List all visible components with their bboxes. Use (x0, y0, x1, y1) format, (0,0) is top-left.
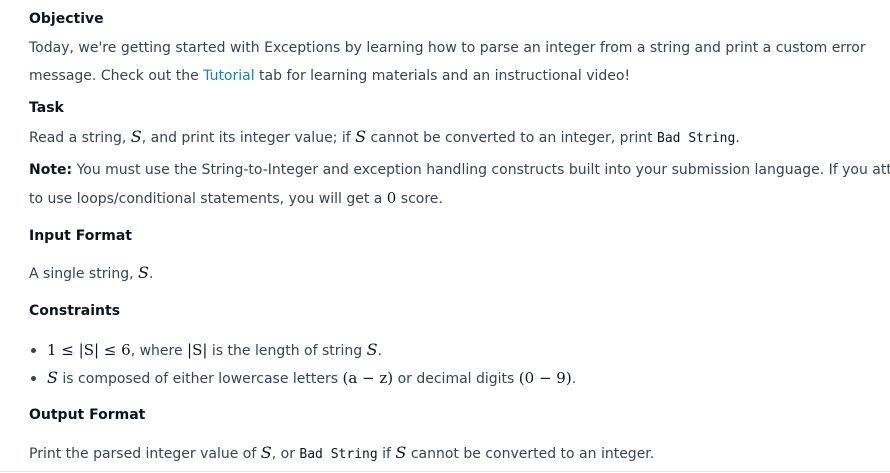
input-format-text: A single string, S. (29, 259, 153, 288)
math-var-s: S (395, 443, 407, 462)
math-length: |S| (187, 341, 208, 359)
objective-text: message. Check out the (29, 68, 204, 84)
math-var-s: S (366, 340, 378, 359)
constraint-text: or decimal digits (393, 371, 519, 387)
constraint-item: S is composed of either lowercase letter… (29, 364, 576, 392)
bullet-icon (31, 348, 36, 353)
math-var-s: S (355, 127, 367, 146)
constraints-list: 1 ≤ |S| ≤ 6, where |S| is the length of … (29, 336, 576, 392)
code-bad-string: Bad String (657, 131, 736, 146)
math-zero: 0 (386, 189, 397, 207)
task-text-1: Read a string, (29, 130, 131, 146)
output-format-text: Print the parsed integer value of S, or … (29, 439, 654, 469)
constraint-item: 1 ≤ |S| ≤ 6, where |S| is the length of … (29, 336, 576, 364)
input-text-1: A single string, (29, 266, 139, 282)
constraints-heading: Constraints (29, 303, 121, 319)
math-letter-range: (a − z) (342, 369, 394, 387)
output-text-3: if (377, 446, 396, 462)
code-bad-string: Bad String (299, 447, 378, 462)
note-line-1: Note: You must use the String-to-Integer… (29, 156, 890, 184)
note-text-3: score. (396, 191, 443, 207)
input-text-2: . (148, 266, 154, 282)
math-var-s: S (130, 127, 142, 146)
math-var-s: S (260, 443, 272, 462)
bullet-icon (31, 376, 36, 381)
constraint-text: is composed of either lowercase letters (57, 371, 343, 387)
task-text-3: cannot be converted to an integer, print (366, 130, 658, 146)
constraint-text: . (377, 343, 383, 359)
note-text-1: You must use the String-to-Integer and e… (72, 162, 890, 178)
output-text-4: cannot be converted to an integer. (406, 446, 655, 462)
task-text-2: , and print its integer value; if (141, 130, 356, 146)
constraint-text: is the length of string (207, 343, 367, 359)
objective-line-1: Today, we're getting started with Except… (29, 40, 866, 56)
output-format-heading: Output Format (29, 407, 146, 423)
note-label: Note: (29, 162, 73, 178)
note-line-2: to use loops/conditional statements, you… (29, 184, 443, 213)
math-var-s: S (138, 263, 149, 282)
input-format-heading: Input Format (29, 228, 132, 244)
objective-text-end: tab for learning materials and an instru… (254, 68, 631, 84)
task-text-4: . (735, 130, 740, 146)
tutorial-link[interactable]: Tutorial (203, 68, 254, 84)
task-heading: Task (29, 100, 64, 116)
output-text-1: Print the parsed integer value of (29, 446, 261, 462)
math-digit-range: (0 − 9) (518, 369, 572, 387)
output-text-2: , or (271, 446, 300, 462)
task-text: Read a string, S, and print its integer … (29, 123, 740, 153)
math-length-range: 1 ≤ |S| ≤ 6 (47, 341, 131, 359)
bottom-divider (0, 471, 890, 472)
note-text-2: to use loops/conditional statements, you… (29, 191, 387, 207)
constraint-text: . (571, 371, 577, 387)
constraint-text: , where (130, 343, 188, 359)
math-var-s: S (47, 368, 58, 387)
problem-statement: Objective Today, we're getting started w… (0, 0, 890, 473)
objective-heading: Objective (29, 11, 104, 27)
objective-line-2: message. Check out the Tutorial tab for … (29, 62, 630, 90)
